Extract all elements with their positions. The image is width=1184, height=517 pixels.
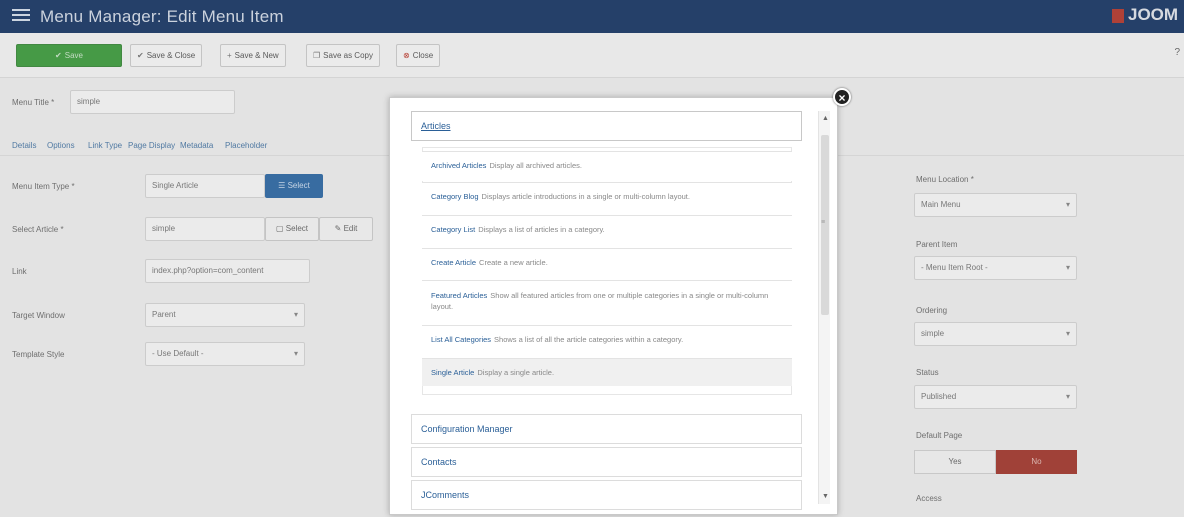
ordering-label: Ordering xyxy=(916,306,948,315)
list-item[interactable]: Create Article Create a new article. xyxy=(422,248,792,280)
scroll-up-arrow-icon[interactable]: ▲ xyxy=(822,115,829,122)
page-title: Menu Manager: Edit Menu Item xyxy=(40,7,284,26)
list-item-selected[interactable]: Single Article Display a single article. xyxy=(422,358,792,386)
status-label: Status xyxy=(916,368,939,377)
link-label: Link xyxy=(12,267,27,276)
group-jcomments[interactable]: JComments xyxy=(411,480,802,510)
copy-icon: ❐ xyxy=(313,51,321,60)
close-icon[interactable]: × xyxy=(833,88,851,106)
save-button[interactable]: ✔ Save xyxy=(16,44,122,67)
plus-icon: + xyxy=(227,51,232,60)
brand-logo: JOOM xyxy=(1112,5,1184,29)
default-page-no[interactable]: No xyxy=(996,450,1077,474)
tab-metadata[interactable]: Metadata xyxy=(180,141,213,150)
tab-link-type[interactable]: Link Type xyxy=(88,141,122,150)
tab-details[interactable]: Details xyxy=(12,141,36,150)
template-style-label: Template Style xyxy=(12,350,65,359)
chevron-down-icon: ▾ xyxy=(1065,263,1070,272)
file-icon: ▢ xyxy=(275,224,286,233)
modal-scrollbar[interactable]: ▲ ≡ ▼ xyxy=(818,111,830,504)
tab-page-display[interactable]: Page Display xyxy=(128,141,175,150)
menu-location-label: Menu Location * xyxy=(916,175,974,184)
list-item[interactable]: Featured Articles Show all featured artic… xyxy=(422,280,792,325)
check-icon: ✔ xyxy=(137,51,144,60)
grip-icon: ≡ xyxy=(821,219,826,226)
chevron-down-icon: ▾ xyxy=(1065,329,1070,338)
menu-item-type-label: Menu Item Type * xyxy=(12,182,75,191)
default-page-yes[interactable]: Yes xyxy=(914,450,996,474)
group-contacts[interactable]: Contacts xyxy=(411,447,802,477)
group-configuration-manager[interactable]: Configuration Manager xyxy=(411,414,802,444)
menu-title-input[interactable]: simple xyxy=(70,90,235,114)
list-icon: ☰ xyxy=(278,181,288,190)
menu-title-label: Menu Title * xyxy=(12,98,55,107)
menu-location-select[interactable]: Main Menu ▾ xyxy=(914,193,1077,217)
access-label: Access xyxy=(916,494,942,503)
joomla-logo-icon xyxy=(1112,9,1124,23)
group-articles[interactable]: Articles xyxy=(411,111,802,141)
menu-item-type-modal: Articles Archived Articles Display all ar… xyxy=(389,97,838,515)
select-article-field: simple xyxy=(145,217,265,241)
status-select[interactable]: Published ▾ xyxy=(914,385,1077,409)
menu-icon[interactable] xyxy=(12,9,30,23)
chevron-down-icon: ▾ xyxy=(1065,200,1070,209)
default-page-label: Default Page xyxy=(916,431,963,440)
close-button[interactable]: ⊗ Close xyxy=(396,44,441,67)
parent-item-select[interactable]: - Menu Item Root - ▾ xyxy=(914,256,1077,280)
list-item[interactable]: Category Blog Displays article introducti… xyxy=(422,182,792,215)
target-window-label: Target Window xyxy=(12,311,65,320)
menu-item-type-field: Single Article xyxy=(145,174,265,198)
app-header: Menu Manager: Edit Menu Item JOOM xyxy=(0,0,1184,33)
save-close-button[interactable]: ✔ Save & Close xyxy=(130,44,203,67)
save-new-button[interactable]: + Save & New xyxy=(220,44,286,67)
save-copy-button[interactable]: ❐ Save as Copy xyxy=(306,44,380,67)
tab-placeholder[interactable]: Placeholder xyxy=(225,141,267,150)
close-circle-icon: ⊗ xyxy=(403,51,410,60)
edit-icon: ✎ xyxy=(334,224,344,233)
select-article-label: Select Article * xyxy=(12,225,64,234)
ordering-select[interactable]: simple ▾ xyxy=(914,322,1077,346)
tab-options[interactable]: Options xyxy=(47,141,75,150)
link-field: index.php?option=com_content xyxy=(145,259,310,283)
target-window-select[interactable]: Parent ▾ xyxy=(145,303,305,327)
chevron-down-icon: ▾ xyxy=(293,310,298,319)
template-style-select[interactable]: - Use Default - ▾ xyxy=(145,342,305,366)
parent-item-label: Parent Item xyxy=(916,240,958,249)
scroll-down-arrow-icon[interactable]: ▼ xyxy=(822,493,829,500)
edit-article-button[interactable]: ✎ Edit xyxy=(319,217,373,241)
help-icon[interactable]: ? xyxy=(1174,47,1180,58)
chevron-down-icon: ▾ xyxy=(293,349,298,358)
toolbar: ✔ Save ✔ Save & Close + Save & New ❐ Save as… xyxy=(0,33,1184,78)
list-item[interactable]: Archived Articles Display all archived ar… xyxy=(422,151,792,181)
chevron-down-icon: ▾ xyxy=(1065,392,1070,401)
list-item[interactable]: Category List Displays a list of articles… xyxy=(422,215,792,248)
select-type-button[interactable]: ☰ Select xyxy=(265,174,323,198)
list-item[interactable]: List All Categories Shows a list of all t… xyxy=(422,325,792,358)
select-article-button[interactable]: ▢ Select xyxy=(265,217,319,241)
